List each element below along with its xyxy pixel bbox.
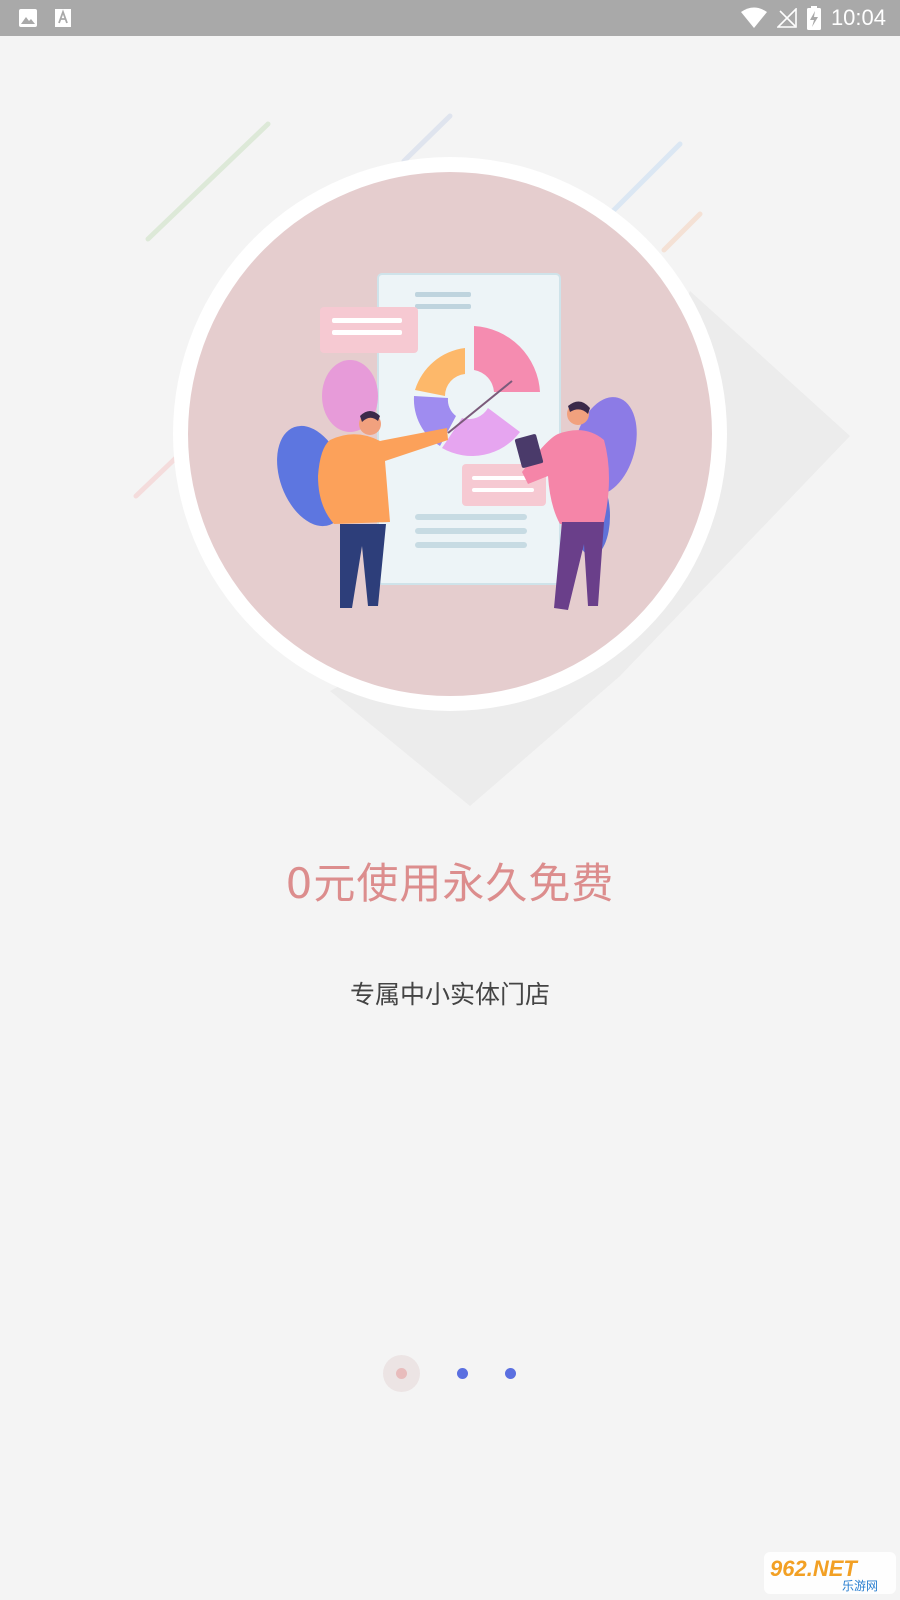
battery-charging-icon [806, 6, 821, 30]
font-a-icon [54, 8, 72, 28]
page-indicator [0, 1355, 900, 1395]
wifi-icon [740, 7, 767, 29]
image-icon [18, 8, 38, 28]
watermark-logo: 962.NET 乐游网 [764, 1552, 896, 1594]
page-dot-1[interactable] [396, 1368, 407, 1379]
clock-time: 10:04 [830, 5, 886, 30]
page-dot-3[interactable] [505, 1368, 516, 1379]
no-signal-icon [776, 8, 797, 28]
watermark-caption: 乐游网 [842, 1579, 878, 1593]
onboarding-illustration [0, 36, 900, 836]
onboarding-headline: 0元使用永久免费 [285, 859, 615, 908]
watermark-brand: 962.NET [770, 1556, 858, 1581]
onboarding-subtitle: 专属中小实体门店 [349, 980, 550, 1009]
page-dot-2[interactable] [457, 1368, 468, 1379]
status-bar: 10:04 [0, 0, 900, 36]
